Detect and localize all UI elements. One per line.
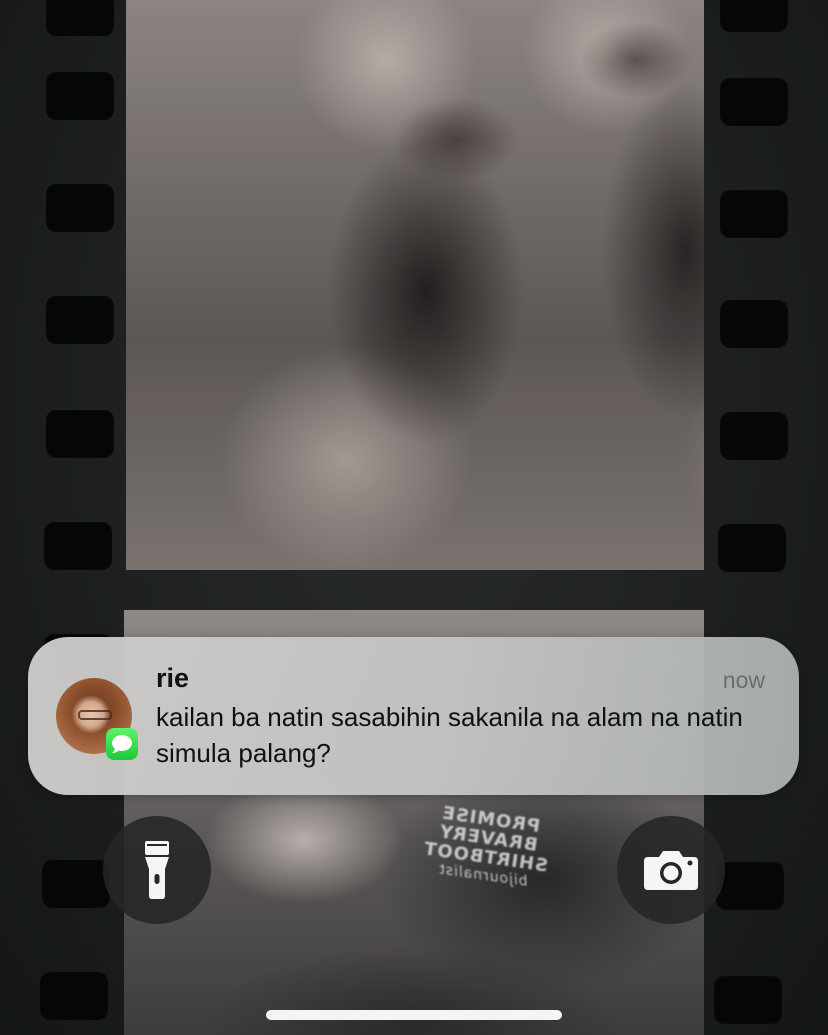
sprocket-hole [720, 190, 788, 238]
sprocket-hole [40, 972, 108, 1020]
sprocket-hole [46, 184, 114, 232]
sprocket-hole [718, 524, 786, 572]
flashlight-button[interactable] [103, 816, 211, 924]
flashlight-icon [145, 841, 169, 899]
shirt-print: PROMISE BRAVERY SHIRTBOOT bijournalist [419, 802, 554, 895]
sprocket-hole [46, 410, 114, 458]
sprocket-hole [46, 296, 114, 344]
sprocket-hole [46, 0, 114, 36]
sprocket-hole [720, 300, 788, 348]
lock-screen: PROMISE BRAVERY SHIRTBOOT bijournalist r… [0, 0, 828, 1035]
camera-icon [644, 851, 698, 890]
sprocket-hole [44, 522, 112, 570]
message-notification[interactable]: rie now kailan ba natin sasabihin sakani… [28, 637, 799, 795]
camera-button[interactable] [617, 816, 725, 924]
notification-time: now [722, 667, 765, 693]
sprocket-hole [714, 976, 782, 1024]
sprocket-hole [720, 78, 788, 126]
sprocket-hole [720, 0, 788, 32]
sprocket-hole [716, 862, 784, 910]
sprocket-hole [720, 412, 788, 460]
sprocket-hole [46, 72, 114, 120]
film-frame-top [126, 0, 704, 570]
home-indicator[interactable] [266, 1010, 562, 1020]
notification-sender: rie [156, 663, 190, 693]
notification-message: kailan ba natin sasabihin sakanila na al… [156, 702, 743, 768]
messages-icon [106, 728, 138, 760]
avatar-glasses [78, 710, 112, 720]
sprocket-hole [42, 860, 110, 908]
